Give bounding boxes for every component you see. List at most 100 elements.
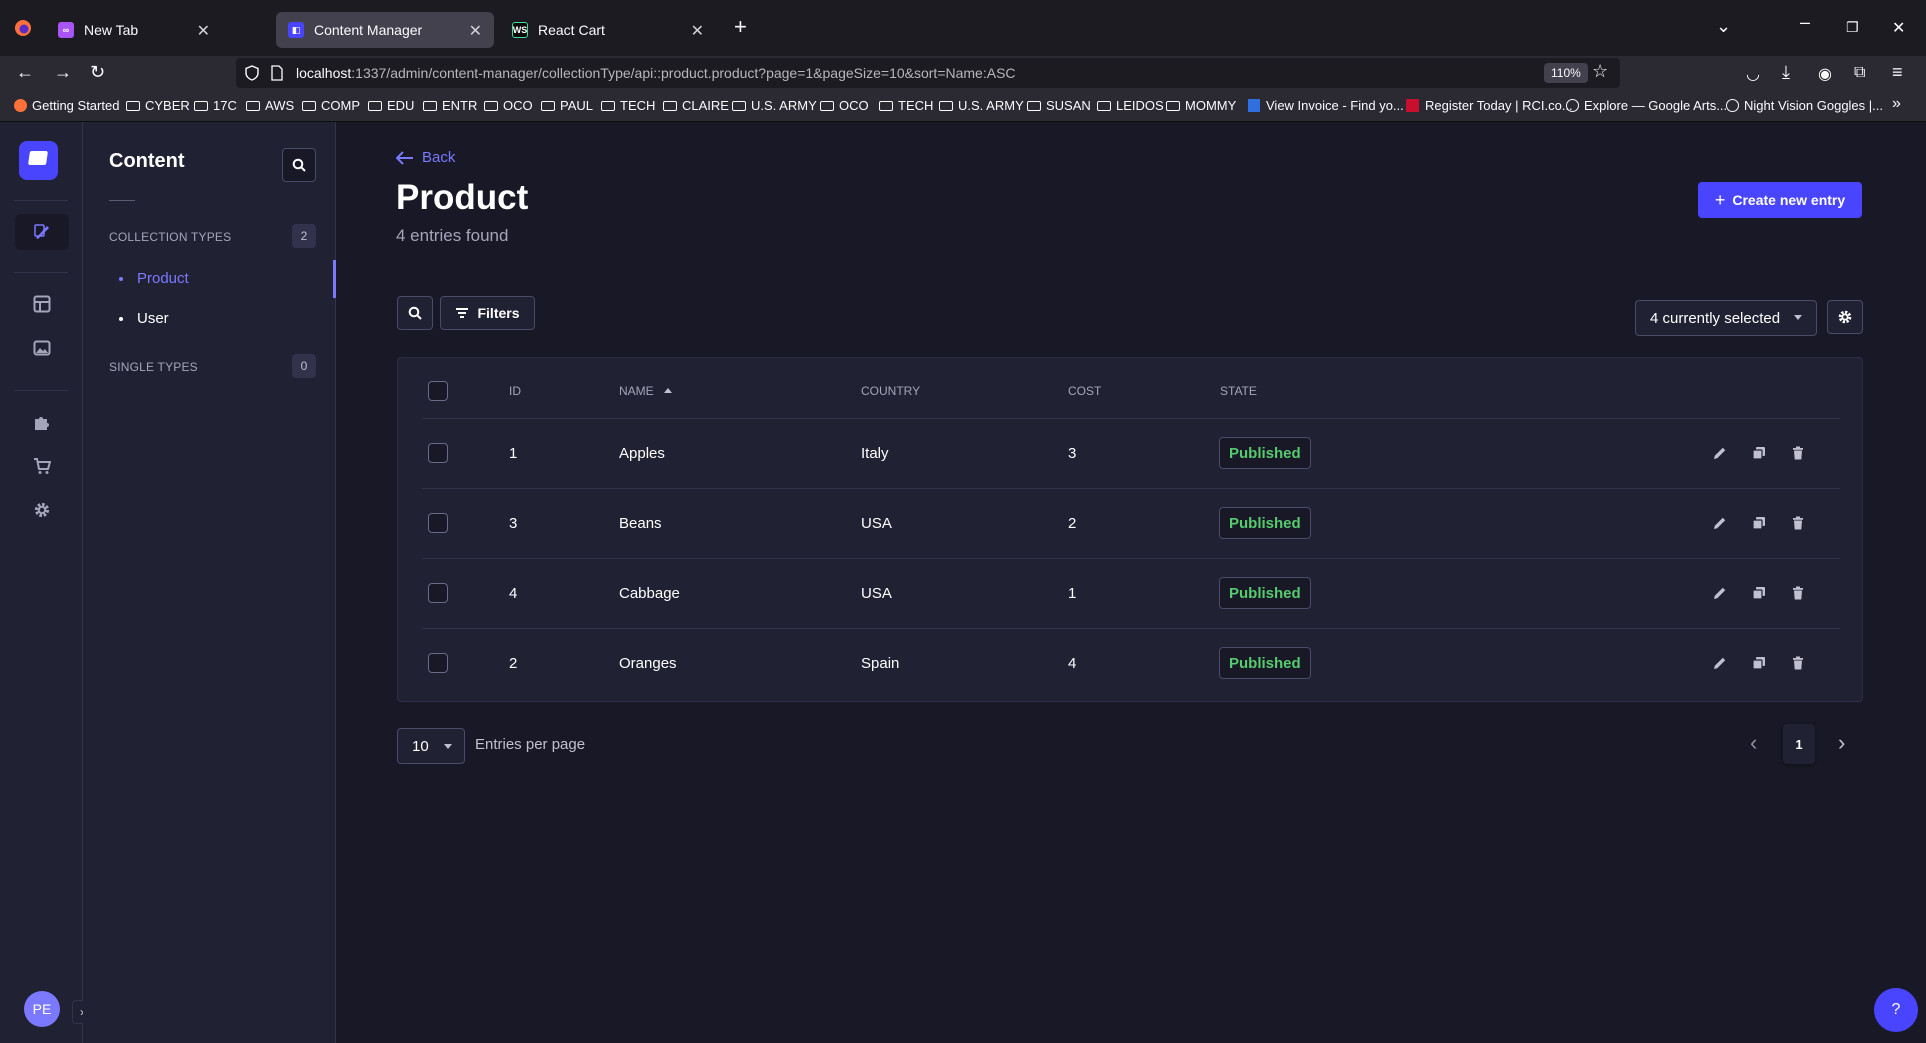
- content-type-builder-nav[interactable]: [15, 286, 69, 322]
- close-icon[interactable]: ✕: [197, 21, 210, 41]
- reload-icon[interactable]: ↻: [90, 62, 105, 83]
- bookmark-folder[interactable]: COMP: [302, 98, 360, 113]
- new-tab-button[interactable]: +: [734, 14, 747, 40]
- row-checkbox[interactable]: [428, 443, 448, 463]
- bookmark-folder[interactable]: U.S. ARMY: [732, 98, 817, 113]
- media-library-nav[interactable]: [15, 330, 69, 366]
- restore-button[interactable]: ❐: [1846, 19, 1859, 36]
- bookmark-star-icon[interactable]: ☆: [1592, 61, 1608, 82]
- tab-react-cart[interactable]: WS React Cart ✕: [500, 12, 716, 48]
- help-button[interactable]: ?: [1874, 988, 1918, 1032]
- bookmark-view-invoice[interactable]: View Invoice - Find yo...: [1248, 98, 1404, 113]
- duplicate-button[interactable]: [1751, 445, 1767, 461]
- strapi-logo[interactable]: [19, 141, 58, 180]
- tab-content-manager[interactable]: ◧ Content Manager ✕: [276, 12, 494, 48]
- collection-types-label[interactable]: COLLECTION TYPES: [109, 230, 231, 244]
- bookmark-folder[interactable]: U.S. ARMY: [939, 98, 1024, 113]
- row-checkbox[interactable]: [428, 513, 448, 533]
- tab-new-tab[interactable]: ∞ New Tab ✕: [46, 12, 222, 48]
- displayed-fields-select[interactable]: 4 currently selected: [1635, 300, 1817, 336]
- bookmark-folder[interactable]: MOMMY: [1166, 98, 1236, 113]
- create-new-entry-button[interactable]: + Create new entry: [1698, 182, 1862, 218]
- downloads-icon[interactable]: ⤓: [1782, 62, 1790, 83]
- select-all-checkbox[interactable]: [428, 381, 448, 401]
- more-bookmarks-icon[interactable]: »: [1892, 95, 1901, 113]
- edit-button[interactable]: [1712, 515, 1728, 531]
- bookmark-folder[interactable]: ENTR: [423, 98, 477, 113]
- account-icon[interactable]: ◉: [1818, 64, 1832, 84]
- pocket-icon[interactable]: ◡: [1746, 64, 1760, 84]
- previous-page-button[interactable]: ‹: [1750, 730, 1757, 756]
- extensions-icon[interactable]: ⧉: [1854, 64, 1865, 82]
- close-icon[interactable]: ✕: [691, 21, 704, 41]
- subnav-search-button[interactable]: [282, 148, 316, 182]
- column-header-country[interactable]: COUNTRY: [861, 384, 920, 398]
- row-checkbox[interactable]: [428, 583, 448, 603]
- duplicate-button[interactable]: [1751, 655, 1767, 671]
- firefox-icon[interactable]: [14, 19, 32, 37]
- duplicate-button[interactable]: [1751, 515, 1767, 531]
- column-header-id[interactable]: ID: [509, 384, 521, 398]
- minimize-button[interactable]: –: [1800, 12, 1810, 33]
- bookmark-rci[interactable]: Register Today | RCI.co...: [1406, 98, 1573, 113]
- bookmark-folder[interactable]: TECH: [601, 98, 655, 113]
- edit-button[interactable]: [1712, 585, 1728, 601]
- column-header-state[interactable]: STATE: [1220, 384, 1257, 398]
- bookmark-folder[interactable]: OCO: [484, 98, 533, 113]
- bookmark-folder[interactable]: TECH: [879, 98, 933, 113]
- bookmark-folder[interactable]: EDU: [368, 98, 414, 113]
- bookmark-night-vision[interactable]: Night Vision Goggles |...: [1726, 98, 1883, 113]
- table-row[interactable]: 1 Apples Italy 3 Published: [422, 418, 1840, 488]
- edit-button[interactable]: [1712, 655, 1728, 671]
- marketplace-nav[interactable]: [15, 448, 69, 484]
- bookmark-getting-started[interactable]: Getting Started: [14, 98, 119, 113]
- subnav-item-user[interactable]: User: [119, 310, 169, 327]
- row-checkbox[interactable]: [428, 653, 448, 673]
- back-link[interactable]: Back: [396, 149, 455, 166]
- plugins-nav[interactable]: [15, 404, 69, 440]
- bookmark-folder[interactable]: AWS: [246, 98, 294, 113]
- url-bar[interactable]: localhost:1337/admin/content-manager/col…: [236, 58, 1620, 88]
- table-row[interactable]: 2 Oranges Spain 4 Published: [422, 628, 1840, 698]
- view-settings-button[interactable]: [1827, 300, 1863, 334]
- bookmark-folder[interactable]: OCO: [820, 98, 869, 113]
- filters-button[interactable]: Filters: [440, 296, 535, 330]
- next-page-button[interactable]: ›: [1838, 730, 1845, 756]
- user-avatar[interactable]: PE: [24, 991, 60, 1027]
- column-header-name[interactable]: NAME: [619, 384, 672, 398]
- content-subnav: Content COLLECTION TYPES 2 Product User …: [83, 122, 336, 1043]
- menu-icon[interactable]: ≡: [1892, 62, 1903, 83]
- subnav-item-product[interactable]: Product: [119, 270, 189, 287]
- back-arrow-icon[interactable]: ←: [16, 62, 34, 83]
- window-close-button[interactable]: ✕: [1892, 18, 1905, 38]
- column-header-cost[interactable]: COST: [1068, 384, 1101, 398]
- bookmark-folder[interactable]: LEIDOS: [1097, 98, 1164, 113]
- bookmark-folder[interactable]: SUSAN: [1027, 98, 1091, 113]
- bookmark-folder[interactable]: CYBER: [126, 98, 190, 113]
- url-text[interactable]: localhost:1337/admin/content-manager/col…: [296, 65, 1016, 81]
- delete-button[interactable]: [1790, 445, 1806, 461]
- delete-button[interactable]: [1790, 655, 1806, 671]
- settings-nav[interactable]: [15, 492, 69, 528]
- table-row[interactable]: 3 Beans USA 2 Published: [422, 488, 1840, 558]
- bookmark-folder[interactable]: CLAIRE: [663, 98, 729, 113]
- bookmark-google-arts[interactable]: Explore — Google Arts...: [1566, 98, 1727, 113]
- page-icon[interactable]: [270, 65, 284, 81]
- bookmark-folder[interactable]: 17C: [194, 98, 237, 113]
- delete-button[interactable]: [1790, 515, 1806, 531]
- edit-button[interactable]: [1712, 445, 1728, 461]
- list-all-tabs-icon[interactable]: ⌄: [1716, 16, 1731, 37]
- content-manager-nav[interactable]: [15, 214, 69, 250]
- shield-icon[interactable]: [244, 65, 260, 81]
- zoom-level-badge[interactable]: 110%: [1544, 63, 1588, 83]
- forward-arrow-icon[interactable]: →: [54, 62, 72, 83]
- single-types-label[interactable]: SINGLE TYPES: [109, 360, 198, 374]
- delete-button[interactable]: [1790, 585, 1806, 601]
- table-row[interactable]: 4 Cabbage USA 1 Published: [422, 558, 1840, 628]
- page-number-button[interactable]: 1: [1783, 724, 1815, 764]
- page-size-select[interactable]: 10: [397, 728, 465, 764]
- bookmark-folder[interactable]: PAUL: [541, 98, 593, 113]
- search-button[interactable]: [397, 296, 433, 330]
- close-icon[interactable]: ✕: [469, 21, 482, 41]
- duplicate-button[interactable]: [1751, 585, 1767, 601]
